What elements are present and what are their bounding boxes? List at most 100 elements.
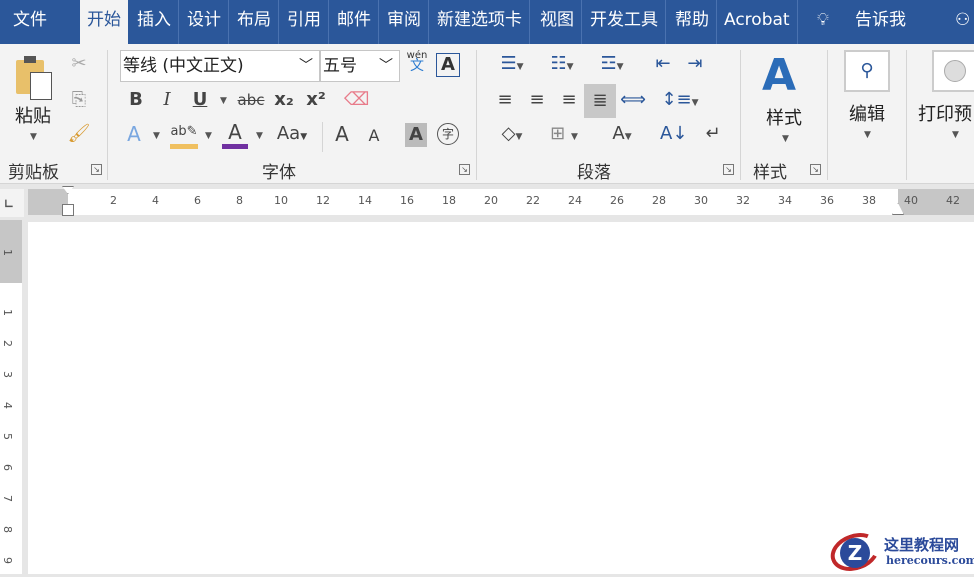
grow-font-button[interactable]: A bbox=[330, 122, 354, 146]
print-preview-button[interactable]: 打印预 bbox=[918, 100, 974, 126]
line-spacing-icon[interactable]: ↕≡▼ bbox=[660, 88, 700, 115]
hruler-number: 10 bbox=[274, 194, 288, 207]
copy-icon[interactable]: ⎘ bbox=[66, 88, 92, 112]
font-color-icon[interactable]: A bbox=[222, 120, 248, 149]
font-name-select[interactable]: 等线 (中文正文) ﹀ bbox=[120, 50, 320, 82]
tab-mailings[interactable]: 邮件 bbox=[330, 0, 379, 44]
chevron-down-icon[interactable]: ▼ bbox=[220, 96, 227, 106]
cut-icon[interactable]: ✂ bbox=[66, 52, 92, 76]
font-launcher-icon[interactable]: ↘ bbox=[459, 164, 470, 175]
tell-me[interactable]: 告诉我 bbox=[848, 0, 913, 44]
numbering-icon[interactable]: ☷▼ bbox=[542, 52, 582, 79]
tab-review[interactable]: 审阅 bbox=[380, 0, 429, 44]
borders-icon[interactable]: ⊞ ▼ bbox=[542, 122, 586, 149]
tab-acrobat[interactable]: Acrobat bbox=[717, 0, 798, 44]
paste-button[interactable]: 粘贴 bbox=[10, 102, 56, 128]
watermark-logo: Z 这里教程网 herecours.com bbox=[825, 526, 974, 577]
vruler-number: 6 bbox=[1, 464, 14, 471]
vruler-number: 4 bbox=[1, 402, 14, 409]
format-painter-icon[interactable]: 🖌︎ bbox=[66, 122, 92, 146]
indent-marker-icon[interactable] bbox=[62, 186, 74, 218]
vruler-number: 9 bbox=[1, 557, 14, 564]
justify-icon[interactable]: ≣ bbox=[584, 84, 616, 118]
shading-icon[interactable]: ◇▼ bbox=[492, 122, 532, 149]
tab-layout[interactable]: 布局 bbox=[230, 0, 279, 44]
tab-references[interactable]: 引用 bbox=[280, 0, 329, 44]
increase-indent-icon[interactable]: ⇥ bbox=[682, 52, 708, 76]
tab-home[interactable]: 开始 bbox=[80, 0, 128, 44]
paragraph-group-label: 段落 bbox=[577, 163, 611, 183]
text-effects-icon[interactable]: A bbox=[122, 122, 146, 146]
hruler-number: 30 bbox=[694, 194, 708, 207]
chevron-down-icon[interactable]: ▼ bbox=[205, 131, 212, 141]
character-border-button[interactable]: A bbox=[436, 53, 460, 77]
change-case-button[interactable]: Aa▼ bbox=[272, 122, 312, 149]
watermark-url: herecours.com bbox=[886, 554, 974, 567]
chevron-down-icon: ▼ bbox=[952, 130, 959, 140]
search-icon[interactable]: ⚲ bbox=[844, 50, 890, 92]
tab-design[interactable]: 设计 bbox=[180, 0, 229, 44]
align-center-icon[interactable]: ≡ bbox=[524, 88, 550, 112]
hruler-number: 42 bbox=[946, 194, 960, 207]
hruler-number: 12 bbox=[316, 194, 330, 207]
tab-developer[interactable]: 开发工具 bbox=[583, 0, 666, 44]
chevron-down-icon[interactable]: ▼ bbox=[256, 131, 263, 141]
subscript-button[interactable]: x₂ bbox=[272, 88, 296, 112]
editing-button[interactable]: 编辑 bbox=[844, 100, 890, 126]
phonetic-bottom: 文 bbox=[410, 58, 424, 74]
paragraph-launcher-icon[interactable]: ↘ bbox=[723, 164, 734, 175]
enclose-character-button[interactable]: 字 bbox=[437, 123, 459, 145]
align-left-icon[interactable]: ≡ bbox=[492, 88, 518, 112]
hruler-number: 14 bbox=[358, 194, 372, 207]
vruler-number: 2 bbox=[1, 340, 14, 347]
asian-layout-icon[interactable]: A▼ bbox=[602, 122, 642, 149]
tab-new[interactable]: 新建选项卡 bbox=[430, 0, 530, 44]
chevron-down-icon[interactable]: ▼ bbox=[153, 131, 160, 141]
highlight-icon[interactable]: ab✎ bbox=[170, 120, 198, 149]
hruler-number: 28 bbox=[652, 194, 666, 207]
tab-insert[interactable]: 插入 bbox=[130, 0, 179, 44]
share-user-icon[interactable]: ⚇ bbox=[948, 0, 974, 44]
document-page[interactable] bbox=[28, 222, 974, 574]
styles-group-label: 样式 bbox=[753, 163, 787, 183]
tab-help[interactable]: 帮助 bbox=[668, 0, 717, 44]
bold-button[interactable]: B bbox=[124, 88, 148, 112]
lightbulb-icon[interactable]: 💡︎ bbox=[810, 0, 836, 44]
ribbon: 粘贴 ▼ ✂ ⎘ 🖌︎ 剪贴板 ↘ 等线 (中文正文) ﹀ 五号 ﹀ wén 文 A … bbox=[0, 44, 974, 184]
decrease-indent-icon[interactable]: ⇤ bbox=[650, 52, 676, 76]
underline-button[interactable]: U bbox=[188, 88, 212, 112]
character-shading-button[interactable]: A bbox=[405, 123, 427, 147]
tab-file[interactable]: 文件 bbox=[6, 0, 70, 44]
italic-button[interactable]: I bbox=[155, 88, 179, 112]
shrink-font-button[interactable]: A bbox=[364, 124, 384, 148]
styles-button[interactable]: 样式 bbox=[762, 104, 806, 130]
hruler-number: 16 bbox=[400, 194, 414, 207]
tab-view[interactable]: 视图 bbox=[533, 0, 582, 44]
hruler-number: 8 bbox=[236, 194, 243, 207]
sort-icon[interactable]: A↓ bbox=[660, 122, 687, 146]
hruler-number: 6 bbox=[194, 194, 201, 207]
phonetic-guide-button[interactable]: wén 文 bbox=[405, 50, 429, 74]
clipboard-launcher-icon[interactable]: ↘ bbox=[91, 164, 102, 175]
chevron-down-icon: ﹀ bbox=[379, 58, 393, 74]
styles-launcher-icon[interactable]: ↘ bbox=[810, 164, 821, 175]
superscript-button[interactable]: x² bbox=[304, 88, 328, 112]
multilevel-list-icon[interactable]: ☲▼ bbox=[592, 52, 632, 79]
styles-icon[interactable]: A bbox=[762, 52, 806, 100]
tab-selector-icon[interactable]: ∟ bbox=[0, 189, 24, 217]
vruler-number: 7 bbox=[1, 495, 14, 502]
paste-icon[interactable] bbox=[14, 54, 54, 100]
clear-formatting-icon[interactable]: ⌫ bbox=[344, 88, 369, 112]
change-case-label: Aa bbox=[276, 123, 301, 144]
distributed-icon[interactable]: ⟺ bbox=[620, 88, 646, 112]
print-preview-icon[interactable] bbox=[932, 50, 974, 92]
vertical-ruler[interactable]: 1 1 2 3 4 5 6 7 8 9 bbox=[0, 220, 22, 574]
font-size-select[interactable]: 五号 ﹀ bbox=[320, 50, 400, 82]
show-marks-icon[interactable]: ↵ bbox=[700, 122, 726, 146]
align-right-icon[interactable]: ≡ bbox=[556, 88, 582, 112]
horizontal-ruler[interactable]: 2 4 6 8 10 12 14 16 18 20 22 24 26 28 30 32 34 36 38 40 42 bbox=[28, 186, 974, 218]
strikethrough-button[interactable]: abc bbox=[236, 88, 266, 112]
hruler-number: 4 bbox=[152, 194, 159, 207]
bullets-icon[interactable]: ☰▼ bbox=[492, 52, 532, 79]
chevron-down-icon: ▼ bbox=[864, 130, 871, 140]
